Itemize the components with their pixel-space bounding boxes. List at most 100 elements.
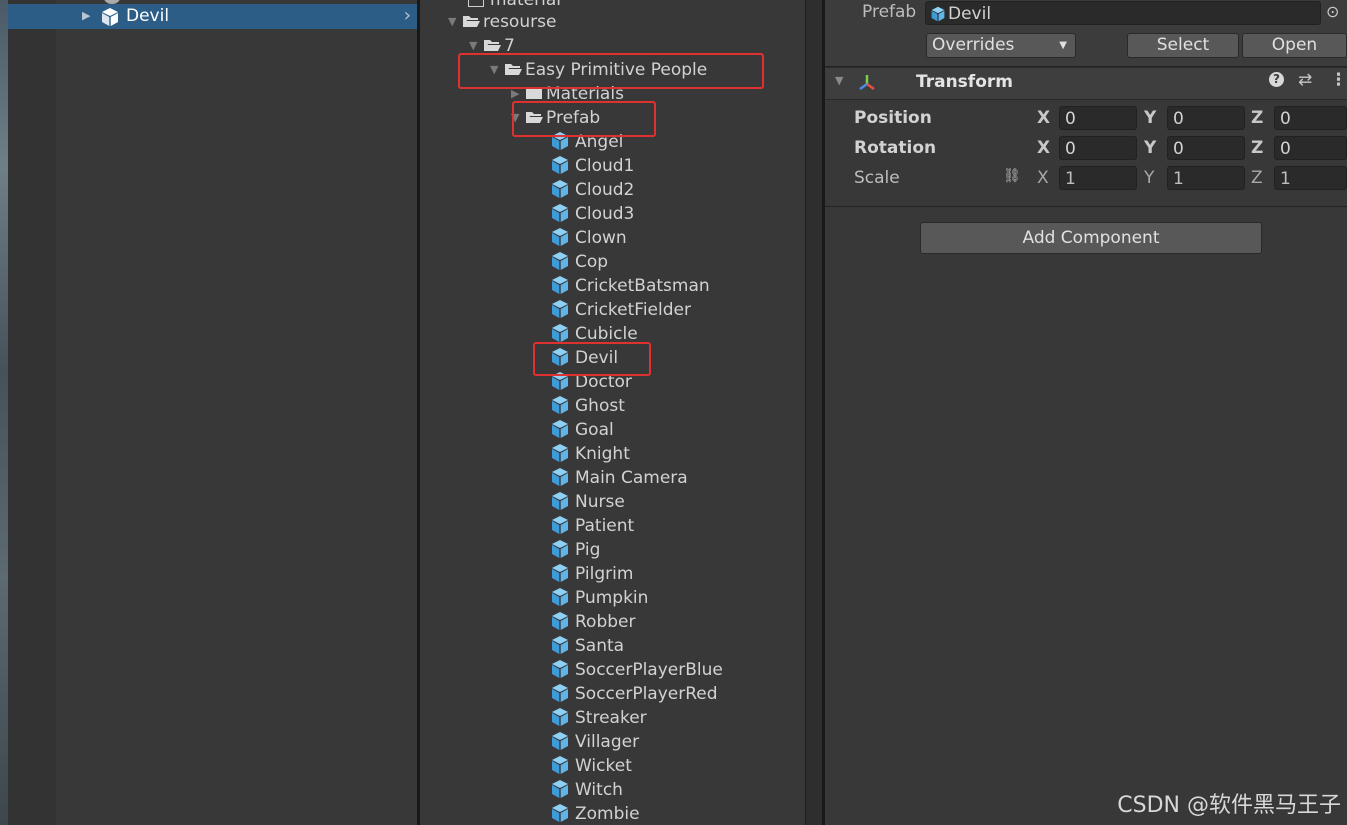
prefab-item-label: SoccerPlayerRed: [575, 684, 718, 704]
prefab-cube-icon: [552, 684, 568, 702]
rotation-y-field[interactable]: 0: [1167, 136, 1245, 160]
prefab-item-label: CricketBatsman: [575, 276, 710, 296]
position-z-field[interactable]: 0: [1274, 106, 1347, 130]
prefab-item[interactable]: Clown: [550, 226, 627, 250]
prefab-item-label: Pig: [575, 540, 601, 560]
more-options-icon[interactable]: ⋮: [1330, 70, 1347, 90]
prefab-cube-icon: [552, 708, 568, 726]
rotation-y-label[interactable]: Y: [1144, 138, 1156, 158]
prefab-header: Prefab Devil ⊙ Overrides ▼ Select Open: [825, 0, 1347, 67]
prefab-item[interactable]: Pilgrim: [550, 562, 633, 586]
prefab-item[interactable]: Santa: [550, 634, 624, 658]
help-icon[interactable]: ?: [1269, 72, 1284, 87]
scale-y-label[interactable]: Y: [1144, 168, 1154, 188]
prefab-item[interactable]: CricketBatsman: [550, 274, 710, 298]
prefab-item-label: Knight: [575, 444, 630, 464]
select-button[interactable]: Select: [1127, 33, 1239, 58]
prefab-cube-icon: [102, 8, 118, 26]
overrides-dropdown[interactable]: Overrides ▼: [926, 33, 1076, 58]
scale-x-label[interactable]: X: [1037, 168, 1049, 188]
prefab-item-label: Cloud1: [575, 156, 635, 176]
scale-x-field[interactable]: 1: [1059, 166, 1137, 190]
prefab-item[interactable]: SoccerPlayerBlue: [550, 658, 723, 682]
prefab-cube-icon: [552, 612, 568, 630]
prefab-item-label: Streaker: [575, 708, 647, 728]
open-button[interactable]: Open: [1242, 33, 1347, 58]
prefab-item[interactable]: Goal: [550, 418, 614, 442]
file-icon: [468, 0, 484, 7]
position-x-field[interactable]: 0: [1059, 106, 1137, 130]
overrides-label: Overrides: [932, 35, 1015, 55]
scrollbar-track[interactable]: [805, 0, 823, 825]
prefab-item[interactable]: Knight: [550, 442, 630, 466]
prefab-item[interactable]: Robber: [550, 610, 635, 634]
hierarchy-item-devil[interactable]: ▶ Devil ›: [8, 4, 417, 29]
prefab-item[interactable]: Pig: [550, 538, 600, 562]
object-picker-icon[interactable]: ⊙: [1326, 2, 1339, 21]
prefab-item[interactable]: Streaker: [550, 706, 647, 730]
prefab-item[interactable]: Cloud2: [550, 178, 634, 202]
tree-item-label: resourse: [483, 12, 557, 32]
component-title: Transform: [916, 72, 1013, 92]
open-folder-icon: [484, 40, 501, 51]
transform-component-header[interactable]: ▼ Transform ? ⇄ ⋮: [825, 67, 1347, 100]
scene-edge: [0, 0, 8, 825]
prefab-item-label: SoccerPlayerBlue: [575, 660, 723, 680]
foldout-arrow-icon[interactable]: ▼: [835, 74, 843, 87]
prefab-cube-icon: [931, 6, 945, 22]
prefab-item[interactable]: Cloud3: [550, 202, 634, 226]
prefab-item[interactable]: Witch: [550, 778, 623, 802]
tree-item-label: material: [490, 0, 561, 10]
position-y-label[interactable]: Y: [1144, 108, 1156, 128]
prefab-item-label: Clown: [575, 228, 627, 248]
position-y-field[interactable]: 0: [1167, 106, 1245, 130]
prefab-item[interactable]: Main Camera: [550, 466, 688, 490]
prefab-item[interactable]: Zombie: [550, 802, 640, 825]
prefab-item[interactable]: Patient: [550, 514, 634, 538]
add-component-button[interactable]: Add Component: [920, 222, 1262, 254]
scale-z-field[interactable]: 1: [1274, 166, 1347, 190]
expanded-arrow-icon[interactable]: ▼: [448, 10, 462, 34]
scale-z-label[interactable]: Z: [1251, 168, 1263, 188]
constrain-proportions-icon[interactable]: ⛓: [1003, 168, 1021, 184]
transform-icon: [859, 75, 875, 91]
prefab-cube-icon: [552, 732, 568, 750]
prefab-item-label: Zombie: [575, 804, 640, 824]
prefab-item[interactable]: CricketFielder: [550, 298, 691, 322]
position-z-label[interactable]: Z: [1251, 108, 1263, 128]
rotation-z-label[interactable]: Z: [1251, 138, 1263, 158]
scale-y-field[interactable]: 1: [1167, 166, 1245, 190]
rotation-label: Rotation: [854, 138, 937, 158]
tree-folder-resourse[interactable]: ▼ resourse: [448, 10, 556, 34]
prefab-label: Prefab: [862, 2, 917, 22]
prefab-item[interactable]: Cop: [550, 250, 608, 274]
expand-arrow-icon[interactable]: ▶: [82, 9, 90, 22]
prefab-item-label: Wicket: [575, 756, 632, 776]
prefab-object-field[interactable]: Devil: [925, 1, 1321, 25]
prefab-cube-icon: [552, 804, 568, 822]
rotation-x-label[interactable]: X: [1037, 138, 1050, 158]
prefab-item[interactable]: Ghost: [550, 394, 625, 418]
presets-icon[interactable]: ⇄: [1298, 70, 1312, 90]
prefab-item[interactable]: Nurse: [550, 490, 625, 514]
chevron-right-icon[interactable]: ›: [404, 5, 411, 26]
prefab-cube-icon: [552, 780, 568, 798]
prefab-item[interactable]: Cloud1: [550, 154, 634, 178]
prefab-cube-icon: [552, 396, 568, 414]
prefab-cube-icon: [552, 588, 568, 606]
prefab-item[interactable]: Pumpkin: [550, 586, 648, 610]
hierarchy-panel: ▶ Devil ›: [8, 0, 417, 825]
prefab-item[interactable]: Wicket: [550, 754, 632, 778]
prefab-cube-icon: [552, 756, 568, 774]
prefab-cube-icon: [552, 156, 568, 174]
prefab-item-label: Cloud2: [575, 180, 635, 200]
prefab-item[interactable]: Villager: [550, 730, 639, 754]
rotation-z-field[interactable]: 0: [1274, 136, 1347, 160]
prefab-item-label: Santa: [575, 636, 625, 656]
position-label: Position: [854, 108, 932, 128]
prefab-item[interactable]: SoccerPlayerRed: [550, 682, 718, 706]
scale-label: Scale: [854, 168, 900, 188]
position-x-label[interactable]: X: [1037, 108, 1050, 128]
prefab-item-label: Pilgrim: [575, 564, 634, 584]
rotation-x-field[interactable]: 0: [1059, 136, 1137, 160]
